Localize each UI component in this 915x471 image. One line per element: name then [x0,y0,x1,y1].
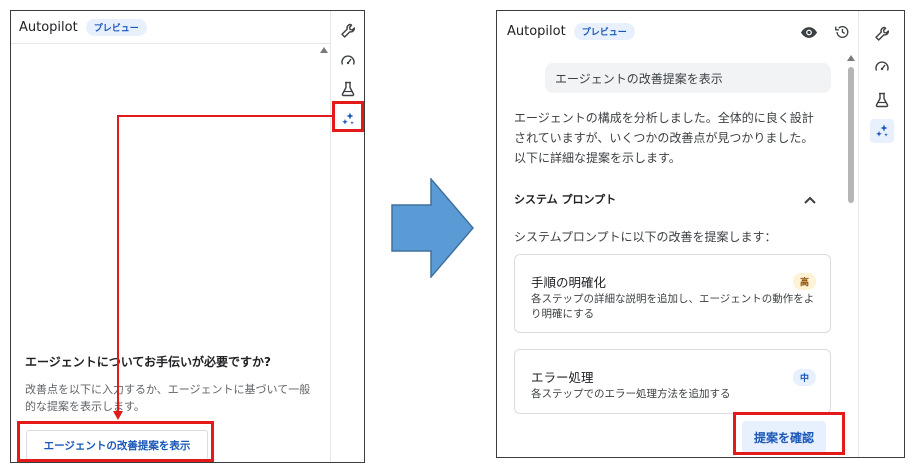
preview-badge: プレビュー [573,22,635,40]
gauge-icon[interactable] [870,55,894,79]
scroll-up-arrow-icon[interactable] [847,55,855,61]
panel-title: Autopilot [19,19,78,35]
card-title: 手順の明確化 [531,275,607,290]
section-description: システムプロンプトに以下の改善を提案します： [514,230,777,244]
card-title: エラー処理 [531,370,594,385]
user-message-bubble: エージェントの改善提案を表示 [545,63,831,93]
wrench-icon[interactable] [870,22,894,46]
priority-badge: 中 [792,369,816,386]
card-body: 各ステップの詳細な説明を追加し、エージェントの動作をより明確にする [531,293,815,320]
suggestion-card[interactable]: 手順の明確化 高 各ステップの詳細な説明を追加し、エージェントの動作をより明確に… [514,254,831,333]
sparkle-icon[interactable] [869,119,894,143]
chevron-up-icon[interactable] [803,192,817,206]
assistant-message: エージェントの構成を分析しました。全体的に良く設計されていますが、いくつかの改善… [514,111,814,165]
autopilot-panel-before: Autopilot プレビュー エージェントについてお手伝いが必要ですか? 改善… [10,10,365,463]
section-title: システム プロンプト [514,193,617,206]
scrollbar-thumb[interactable] [848,67,854,203]
preview-badge: プレビュー [85,18,147,36]
flask-icon[interactable] [336,77,360,101]
scroll-up-arrow-icon[interactable] [320,47,328,53]
history-icon[interactable] [832,23,852,41]
side-rail [330,11,364,462]
help-description: 改善点を以下に入力するか、エージェントに基づいて一般的な提案を表示します。 [25,383,311,413]
scrollbar[interactable] [320,45,330,462]
flask-icon[interactable] [870,88,894,112]
panel-title: Autopilot [507,23,566,39]
autopilot-panel-after: Autopilot プレビュー エージェントの改善提案を表示 エージェントの構成… [496,10,905,458]
priority-badge: 高 [792,273,816,290]
scrollbar[interactable] [847,53,857,457]
card-body: 各ステップでのエラー処理方法を追加する [531,388,731,400]
eye-icon[interactable] [799,23,819,41]
transition-arrow [391,178,474,278]
help-title: エージェントについてお手伝いが必要ですか? [25,355,272,369]
side-rail [858,11,904,457]
wrench-icon[interactable] [336,19,360,43]
suggestion-card[interactable]: エラー処理 中 各ステップでのエラー処理方法を追加する [514,349,831,414]
confirm-suggestions-button[interactable]: 提案を確認 [742,421,826,453]
show-suggestions-button[interactable]: エージェントの改善提案を表示 [26,430,208,460]
gauge-icon[interactable] [336,49,360,73]
panel-header: Autopilot プレビュー [11,11,331,44]
sparkle-icon[interactable] [336,107,360,131]
